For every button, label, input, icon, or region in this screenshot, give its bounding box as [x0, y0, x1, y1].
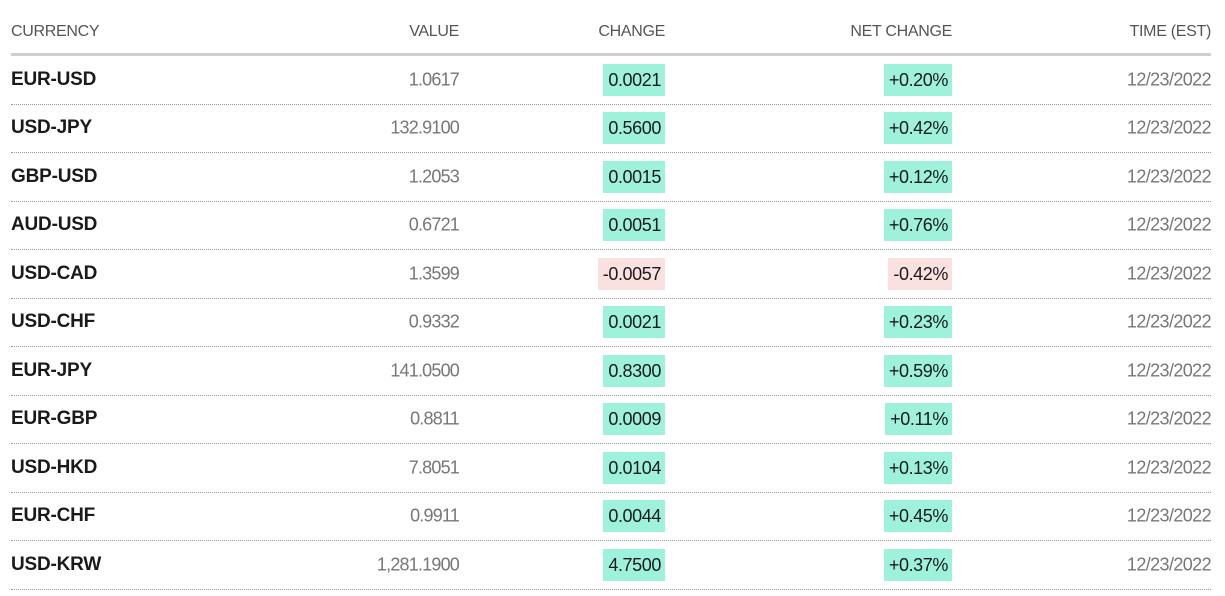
net-change-badge: +0.37% [883, 548, 952, 581]
change-badge: 0.5600 [603, 112, 665, 145]
table-row: USD-HKD 7.8051 0.0104 +0.13% 12/23/2022 [11, 444, 1212, 493]
net-change-badge: +0.42% [883, 112, 952, 145]
change-badge: 0.0021 [603, 63, 665, 96]
time-cell: 12/23/2022 [1126, 360, 1212, 381]
change-badge: 0.0015 [603, 160, 665, 193]
time-cell: 12/23/2022 [1126, 214, 1212, 235]
net-change-badge: +0.45% [883, 500, 952, 533]
change-badge: 4.7500 [603, 548, 665, 581]
net-change-badge: +0.13% [883, 451, 952, 484]
time-cell: 12/23/2022 [1126, 69, 1212, 90]
value-cell: 0.9332 [408, 311, 460, 332]
net-change-badge: +0.11% [885, 403, 952, 436]
table-row: USD-CAD 1.3599 -0.0057 -0.42% 12/23/2022 [11, 250, 1212, 299]
table-header: CURRENCY VALUE CHANGE NET CHANGE TIME (E… [11, 0, 1211, 56]
currency-pair-link[interactable]: USD-CAD [11, 263, 97, 285]
currency-pair-link[interactable]: EUR-USD [11, 69, 96, 91]
currency-pair-link[interactable]: EUR-CHF [11, 505, 95, 527]
currency-pair-link[interactable]: USD-JPY [11, 117, 92, 139]
time-cell: 12/23/2022 [1126, 505, 1212, 526]
table-row: AUD-USD 0.6721 0.0051 +0.76% 12/23/2022 [11, 202, 1212, 250]
value-cell: 1.0617 [408, 69, 460, 90]
table-row: USD-JPY 132.9100 0.5600 +0.42% 12/23/202… [11, 105, 1212, 153]
time-cell: 12/23/2022 [1126, 166, 1212, 187]
change-badge: 0.8300 [603, 354, 665, 387]
table-body: EUR-USD 1.0617 0.0021 +0.20% 12/23/2022 … [11, 56, 1212, 590]
time-cell: 12/23/2022 [1126, 408, 1212, 429]
net-change-badge: +0.20% [883, 63, 952, 96]
net-change-badge: +0.76% [883, 209, 952, 242]
change-badge: 0.0051 [603, 209, 665, 242]
net-change-badge: +0.12% [883, 160, 952, 193]
currency-pair-link[interactable]: USD-HKD [11, 457, 97, 479]
value-cell: 1,281.1900 [376, 554, 460, 575]
table-row: USD-CHF 0.9332 0.0021 +0.23% 12/23/2022 [11, 299, 1212, 347]
column-header-value[interactable]: VALUE [409, 23, 459, 41]
time-cell: 12/23/2022 [1126, 263, 1212, 284]
net-change-badge: +0.59% [883, 354, 952, 387]
change-badge: 0.0104 [603, 451, 665, 484]
currency-pair-link[interactable]: EUR-GBP [11, 408, 97, 430]
net-change-badge: -0.42% [888, 257, 952, 290]
column-header-change[interactable]: CHANGE [598, 23, 665, 41]
table-row: EUR-JPY 141.0500 0.8300 +0.59% 12/23/202… [11, 347, 1212, 396]
change-badge: 0.0009 [603, 403, 665, 436]
table-row: USD-KRW 1,281.1900 4.7500 +0.37% 12/23/2… [11, 541, 1212, 590]
change-badge: 0.0044 [603, 500, 665, 533]
value-cell: 0.6721 [408, 214, 460, 235]
currency-pair-link[interactable]: USD-KRW [11, 554, 101, 576]
table-row: GBP-USD 1.2053 0.0015 +0.12% 12/23/2022 [11, 153, 1212, 202]
time-cell: 12/23/2022 [1126, 457, 1212, 478]
column-header-net-change[interactable]: NET CHANGE [850, 23, 952, 41]
currency-pair-link[interactable]: EUR-JPY [11, 360, 92, 382]
net-change-badge: +0.23% [883, 306, 952, 339]
table-row: EUR-CHF 0.9911 0.0044 +0.45% 12/23/2022 [11, 493, 1212, 541]
value-cell: 1.3599 [408, 263, 460, 284]
value-cell: 132.9100 [390, 117, 459, 138]
change-badge: 0.0021 [603, 306, 665, 339]
time-cell: 12/23/2022 [1126, 311, 1212, 332]
value-cell: 0.9911 [410, 505, 460, 526]
value-cell: 141.0500 [390, 360, 459, 381]
column-header-time[interactable]: TIME (EST) [1130, 23, 1212, 41]
time-cell: 12/23/2022 [1126, 117, 1212, 138]
value-cell: 7.8051 [408, 457, 460, 478]
currency-pair-link[interactable]: USD-CHF [11, 311, 95, 333]
currency-pair-link[interactable]: GBP-USD [11, 166, 97, 188]
table-row: EUR-USD 1.0617 0.0021 +0.20% 12/23/2022 [11, 56, 1212, 105]
table-row: EUR-GBP 0.8811 0.0009 +0.11% 12/23/2022 [11, 396, 1212, 444]
time-cell: 12/23/2022 [1126, 554, 1212, 575]
column-header-currency[interactable]: CURRENCY [11, 23, 100, 41]
currency-table: CURRENCY VALUE CHANGE NET CHANGE TIME (E… [11, 0, 1212, 590]
value-cell: 1.2053 [408, 166, 460, 187]
change-badge: -0.0057 [597, 257, 665, 290]
currency-pair-link[interactable]: AUD-USD [11, 214, 97, 236]
value-cell: 0.8811 [410, 408, 460, 429]
